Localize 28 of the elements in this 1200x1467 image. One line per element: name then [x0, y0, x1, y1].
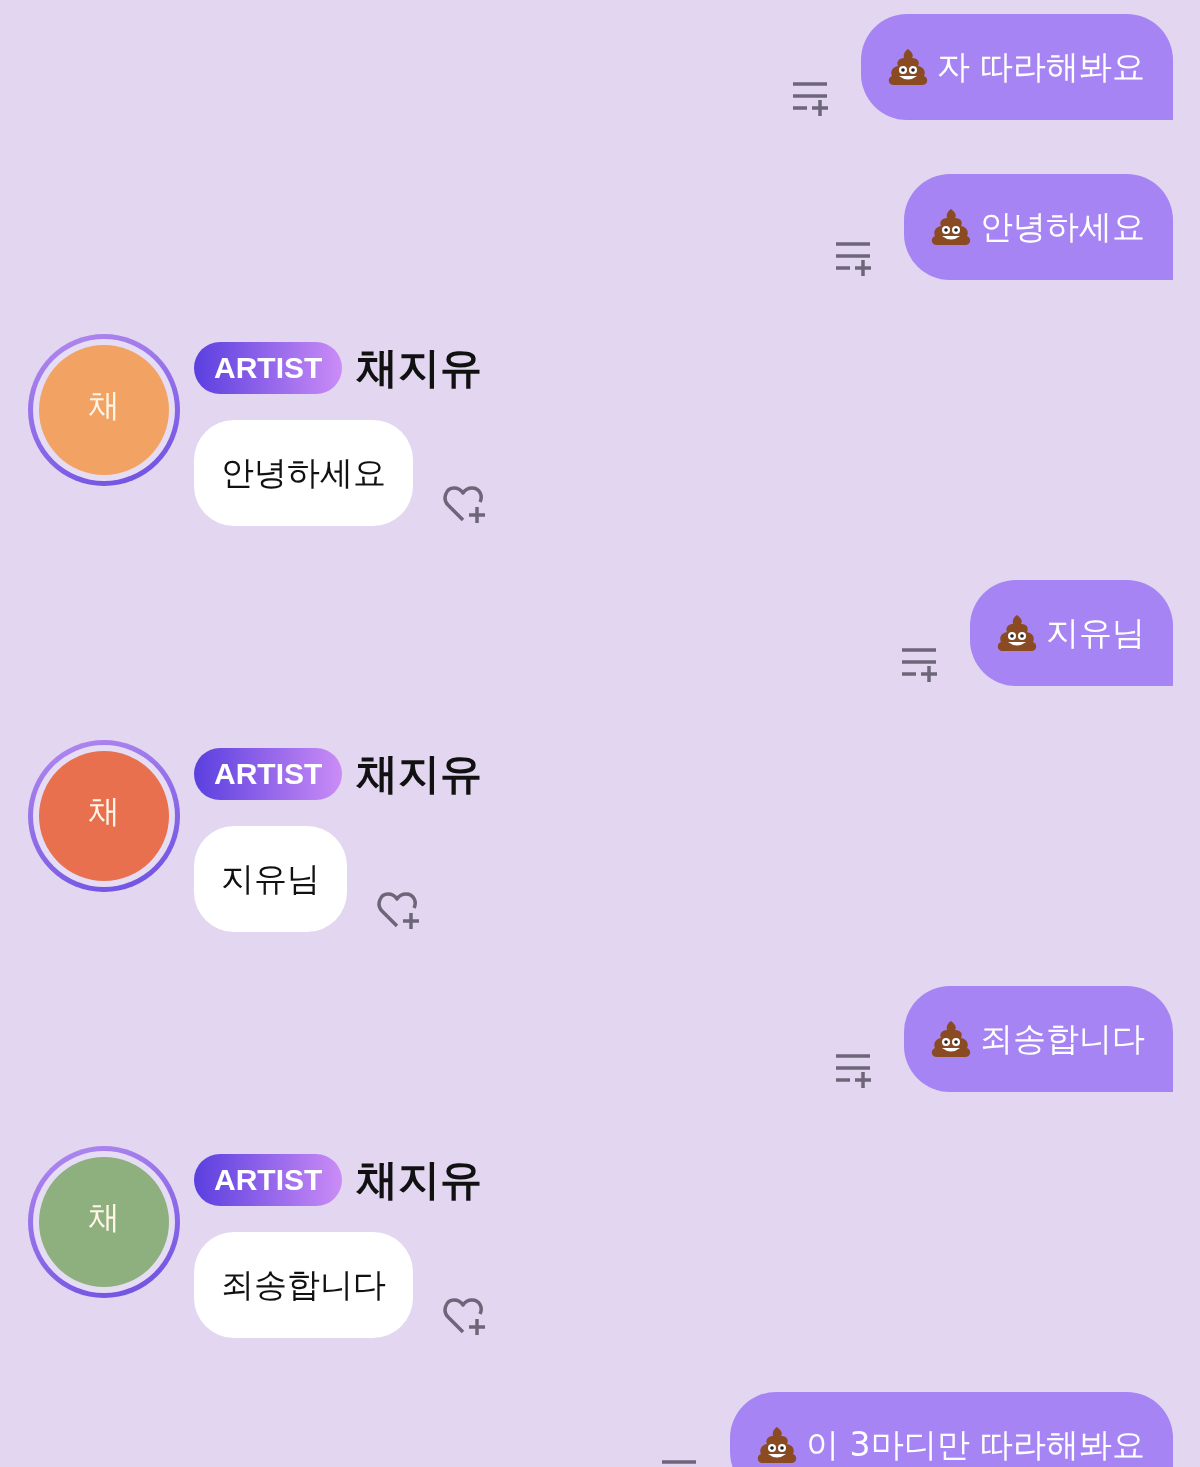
received-message-bubble: 죄송합니다 — [194, 1232, 413, 1338]
heart-add-icon[interactable] — [377, 890, 421, 930]
artist-badge: ARTIST — [194, 1154, 343, 1206]
artist-badge: ARTIST — [194, 748, 343, 800]
heart-add-icon[interactable] — [443, 484, 487, 524]
poop-icon — [996, 613, 1038, 653]
poop-icon — [930, 1019, 972, 1059]
message-text: 안녕하세요 — [980, 205, 1145, 248]
avatar[interactable]: 채 — [39, 751, 169, 881]
poop-icon — [886, 47, 929, 87]
message-text: 죄송합니다 — [980, 1017, 1145, 1060]
heart-add-icon[interactable] — [443, 1296, 487, 1336]
message-text: 자 따라해봐요 — [936, 45, 1145, 88]
poop-icon — [930, 207, 972, 247]
poop-icon — [756, 1425, 798, 1465]
avatar[interactable]: 채 — [39, 1157, 169, 1287]
artist-badge: ARTIST — [194, 342, 343, 394]
message-text: 지유님 — [1046, 611, 1145, 654]
received-message-bubble: 지유님 — [194, 826, 347, 932]
avatar-initial: 채 — [88, 791, 120, 832]
sender-name: 채지유 — [356, 748, 483, 800]
sender-name: 채지유 — [356, 1154, 483, 1206]
message-text: 이 3마디만 따라해봐요 — [806, 1423, 1145, 1466]
received-message-bubble: 안녕하세요 — [194, 420, 413, 526]
sender-name: 채지유 — [356, 342, 483, 394]
avatar-initial: 채 — [88, 1197, 120, 1238]
avatar-initial: 채 — [88, 385, 120, 426]
avatar[interactable]: 채 — [39, 345, 169, 475]
